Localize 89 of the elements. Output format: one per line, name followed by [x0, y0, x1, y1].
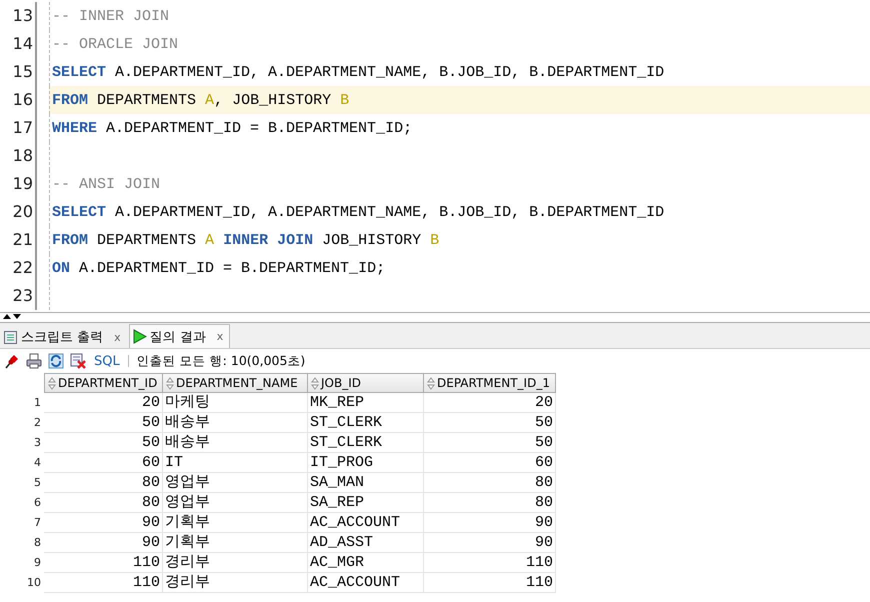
code-line: FROM DEPARTMENTS A, JOB_HISTORY B	[52, 92, 350, 108]
table-cell: 110	[424, 553, 556, 573]
row-number: 1	[33, 395, 42, 411]
table-cell: 50	[44, 433, 163, 453]
table-cell: AC_ACCOUNT	[308, 513, 424, 533]
pin-icon[interactable]	[4, 353, 20, 369]
table-cell: 50	[44, 413, 163, 433]
column-header[interactable]: DEPARTMENT_NAME	[163, 373, 308, 393]
line-number: 22	[0, 254, 37, 282]
line-number: 23	[0, 282, 37, 310]
table-cell: 60	[424, 453, 556, 473]
row-number: 7	[33, 515, 42, 531]
column-header[interactable]: DEPARTMENT_ID	[44, 373, 163, 393]
table-cell: AC_MGR	[308, 553, 424, 573]
table-cell: 기획부	[163, 533, 308, 553]
column-header[interactable]: DEPARTMENT_ID_1	[424, 373, 556, 393]
table-cell: 90	[424, 533, 556, 553]
row-number: 3	[33, 435, 42, 451]
table-cell: 80	[424, 473, 556, 493]
table-cell: 20	[44, 393, 163, 413]
table-cell: AD_ASST	[308, 533, 424, 553]
table-cell: 20	[424, 393, 556, 413]
row-number: 2	[33, 415, 42, 431]
sort-icon	[48, 376, 56, 390]
table-cell: 배송부	[163, 433, 308, 453]
table-cell: 영업부	[163, 473, 308, 493]
sql-link[interactable]: SQL	[94, 354, 120, 368]
row-number: 10	[26, 575, 42, 591]
code-line: WHERE A.DEPARTMENT_ID = B.DEPARTMENT_ID;	[52, 120, 412, 136]
table-cell: 80	[44, 493, 163, 513]
result-tab[interactable]: 스크립트 출력 x	[1, 326, 127, 348]
table-cell: 마케팅	[163, 393, 308, 413]
table-cell: MK_REP	[308, 393, 424, 413]
line-number: 14	[0, 30, 37, 58]
table-cell: SA_MAN	[308, 473, 424, 493]
row-number: 6	[33, 495, 42, 511]
table-cell: IT	[163, 453, 308, 473]
table-cell: AC_ACCOUNT	[308, 573, 424, 593]
line-number: 19	[0, 170, 37, 198]
splitter-arrows-icon[interactable]	[2, 313, 22, 319]
table-cell: 90	[424, 513, 556, 533]
column-header[interactable]: JOB_ID	[308, 373, 424, 393]
fetch-status: 인출된 모든 행: 10(0,005초)	[136, 352, 306, 370]
table-cell: 기획부	[163, 513, 308, 533]
line-number: 21	[0, 226, 37, 254]
table-cell: 60	[44, 453, 163, 473]
table-cell: 경리부	[163, 573, 308, 593]
sort-icon	[166, 376, 174, 390]
row-number: 5	[33, 475, 42, 491]
table-cell: 110	[424, 573, 556, 593]
run-icon	[132, 329, 147, 344]
table-cell: 80	[44, 473, 163, 493]
table-cell: 90	[44, 533, 163, 553]
table-cell: 배송부	[163, 413, 308, 433]
code-line: ON A.DEPARTMENT_ID = B.DEPARTMENT_ID;	[52, 260, 386, 276]
code-line: SELECT A.DEPARTMENT_ID, A.DEPARTMENT_NAME, B.JOB_ID, B.DEPARTMENT_ID	[52, 204, 664, 220]
table-cell: 경리부	[163, 553, 308, 573]
table-cell: ST_CLERK	[308, 413, 424, 433]
sort-icon	[427, 376, 435, 390]
table-cell: IT_PROG	[308, 453, 424, 473]
line-number: 18	[0, 142, 37, 170]
table-cell: 영업부	[163, 493, 308, 513]
table-cell: ST_CLERK	[308, 433, 424, 453]
table-cell: 90	[44, 513, 163, 533]
code-line: -- ANSI JOIN	[52, 176, 160, 192]
table-cell: 80	[424, 493, 556, 513]
code-line: SELECT A.DEPARTMENT_ID, A.DEPARTMENT_NAME, B.JOB_ID, B.DEPARTMENT_ID	[52, 64, 664, 80]
print-icon[interactable]	[26, 353, 42, 369]
line-number: 13	[0, 2, 37, 30]
table-cell: 50	[424, 413, 556, 433]
script-output-icon	[3, 330, 18, 344]
code-line: -- INNER JOIN	[52, 8, 170, 24]
result-tab[interactable]: 질의 결과 x	[128, 324, 230, 348]
clear-grid-icon[interactable]	[70, 353, 86, 369]
table-cell: 110	[44, 573, 163, 593]
table-cell: 110	[44, 553, 163, 573]
sort-icon	[311, 376, 319, 390]
row-number: 9	[33, 555, 42, 571]
line-number: 16	[0, 86, 37, 114]
table-cell: 50	[424, 433, 556, 453]
row-number: 8	[33, 535, 42, 551]
refresh-icon[interactable]	[48, 353, 64, 369]
table-cell: SA_REP	[308, 493, 424, 513]
line-number: 17	[0, 114, 37, 142]
row-number: 4	[33, 455, 42, 471]
line-number: 15	[0, 58, 37, 86]
code-line: -- ORACLE JOIN	[52, 36, 178, 52]
line-number: 20	[0, 198, 37, 226]
code-line: FROM DEPARTMENTS A INNER JOIN JOB_HISTORY B	[52, 232, 440, 248]
